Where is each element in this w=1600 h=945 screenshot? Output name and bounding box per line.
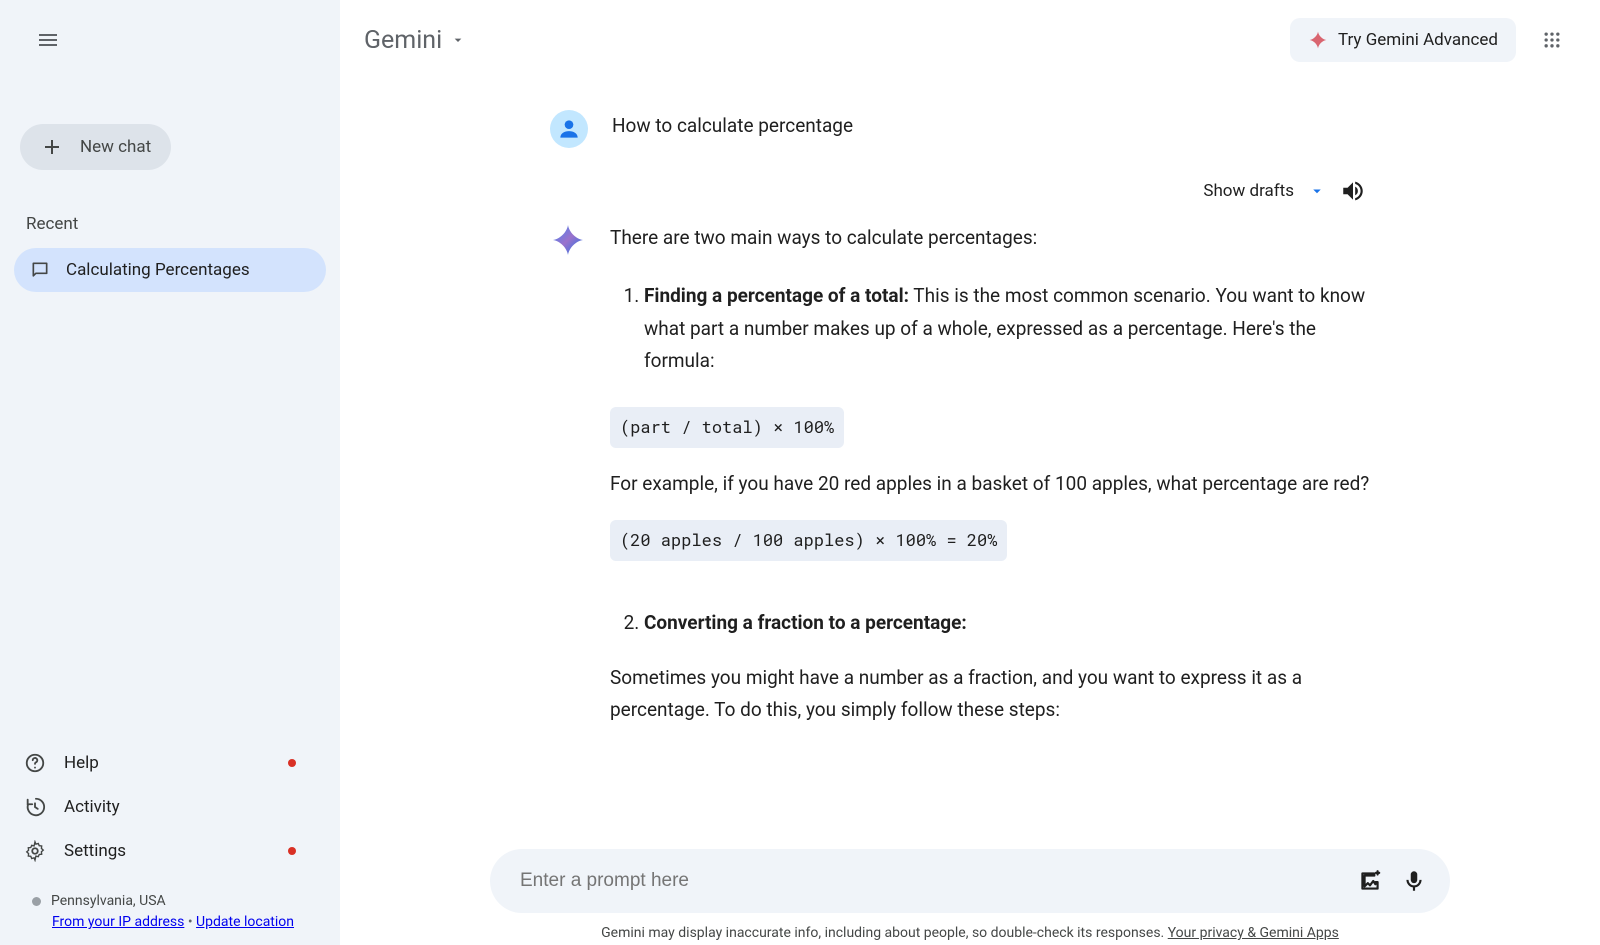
item2-bold: Converting a fraction to a percentage: bbox=[644, 611, 967, 634]
location-block: Pennsylvania, USA From your IP address •… bbox=[32, 891, 326, 933]
image-plus-icon bbox=[1357, 868, 1383, 894]
drafts-toolbar: Show drafts bbox=[550, 178, 1390, 204]
ai-message-row: There are two main ways to calculate per… bbox=[550, 222, 1390, 726]
show-drafts-button[interactable]: Show drafts bbox=[1203, 181, 1294, 201]
list-item: Converting a fraction to a percentage: bbox=[644, 607, 1390, 639]
item1-bold: Finding a percentage of a total: bbox=[644, 284, 909, 307]
ai-answer: There are two main ways to calculate per… bbox=[610, 222, 1390, 726]
mic-button[interactable] bbox=[1392, 859, 1436, 903]
gear-icon bbox=[24, 840, 46, 862]
notification-dot-icon bbox=[288, 847, 296, 855]
chat-item-label: Calculating Percentages bbox=[66, 260, 250, 280]
new-chat-label: New chat bbox=[80, 137, 151, 157]
chat-item-calculating-percentages[interactable]: Calculating Percentages bbox=[14, 248, 326, 292]
disclaimer-text: Gemini may display inaccurate info, incl… bbox=[601, 925, 1168, 941]
google-apps-button[interactable] bbox=[1528, 16, 1576, 64]
paragraph-2: Sometimes you might have a number as a f… bbox=[610, 662, 1390, 727]
brand-name: Gemini bbox=[364, 26, 442, 55]
prompt-input[interactable] bbox=[520, 870, 1348, 892]
input-area: Gemini may display inaccurate info, incl… bbox=[340, 843, 1600, 945]
help-label: Help bbox=[64, 753, 99, 773]
help-button[interactable]: Help bbox=[14, 741, 326, 785]
person-icon bbox=[556, 116, 582, 142]
brand-selector[interactable]: Gemini bbox=[364, 26, 466, 55]
settings-button[interactable]: Settings bbox=[14, 829, 326, 873]
disclaimer: Gemini may display inaccurate info, incl… bbox=[601, 925, 1339, 941]
separator: • bbox=[188, 914, 196, 930]
user-message-row: How to calculate percentage bbox=[550, 110, 1390, 148]
activity-button[interactable]: Activity bbox=[14, 785, 326, 829]
help-icon bbox=[24, 752, 46, 774]
recent-label: Recent bbox=[26, 214, 326, 234]
answer-intro: There are two main ways to calculate per… bbox=[610, 222, 1390, 254]
update-location-link[interactable]: Update location bbox=[196, 914, 294, 930]
main-area: Gemini Try Gemini Advanced How to calcul… bbox=[340, 0, 1600, 945]
sidebar: New chat Recent Calculating Percentages … bbox=[0, 0, 340, 945]
privacy-link[interactable]: Your privacy & Gemini Apps bbox=[1168, 925, 1339, 941]
location-dot-icon bbox=[32, 897, 41, 906]
ip-address-link[interactable]: From your IP address bbox=[52, 914, 184, 930]
new-chat-button[interactable]: New chat bbox=[20, 124, 171, 170]
main-menu-button[interactable] bbox=[24, 16, 72, 64]
activity-icon bbox=[24, 796, 46, 818]
gemini-icon bbox=[550, 222, 586, 258]
chevron-down-icon[interactable] bbox=[1308, 182, 1326, 200]
header: Gemini Try Gemini Advanced bbox=[340, 0, 1600, 80]
activity-label: Activity bbox=[64, 797, 120, 817]
user-avatar bbox=[550, 110, 588, 148]
code-block-2: (20 apples / 100 apples) × 100% = 20% bbox=[610, 520, 1007, 561]
apps-grid-icon bbox=[1542, 30, 1562, 50]
caret-down-icon bbox=[450, 32, 466, 48]
list-item: Finding a percentage of a total: This is… bbox=[644, 280, 1390, 377]
upload-image-button[interactable] bbox=[1348, 859, 1392, 903]
mic-icon bbox=[1401, 868, 1427, 894]
gemini-spark-icon bbox=[1308, 30, 1328, 50]
code-block-1: (part / total) × 100% bbox=[610, 407, 844, 448]
prompt-box[interactable] bbox=[490, 849, 1450, 913]
try-btn-label: Try Gemini Advanced bbox=[1338, 30, 1498, 50]
try-gemini-advanced-button[interactable]: Try Gemini Advanced bbox=[1290, 18, 1516, 62]
user-message-text: How to calculate percentage bbox=[612, 110, 853, 142]
conversation-scroll[interactable]: How to calculate percentage Show drafts … bbox=[340, 80, 1600, 843]
plus-icon bbox=[40, 135, 64, 159]
hamburger-icon bbox=[36, 28, 60, 52]
settings-label: Settings bbox=[64, 841, 126, 861]
chat-bubble-icon bbox=[30, 260, 50, 280]
location-text: Pennsylvania, USA bbox=[51, 891, 166, 912]
example-text: For example, if you have 20 red apples i… bbox=[610, 468, 1390, 500]
read-aloud-button[interactable] bbox=[1340, 178, 1366, 204]
notification-dot-icon bbox=[288, 759, 296, 767]
